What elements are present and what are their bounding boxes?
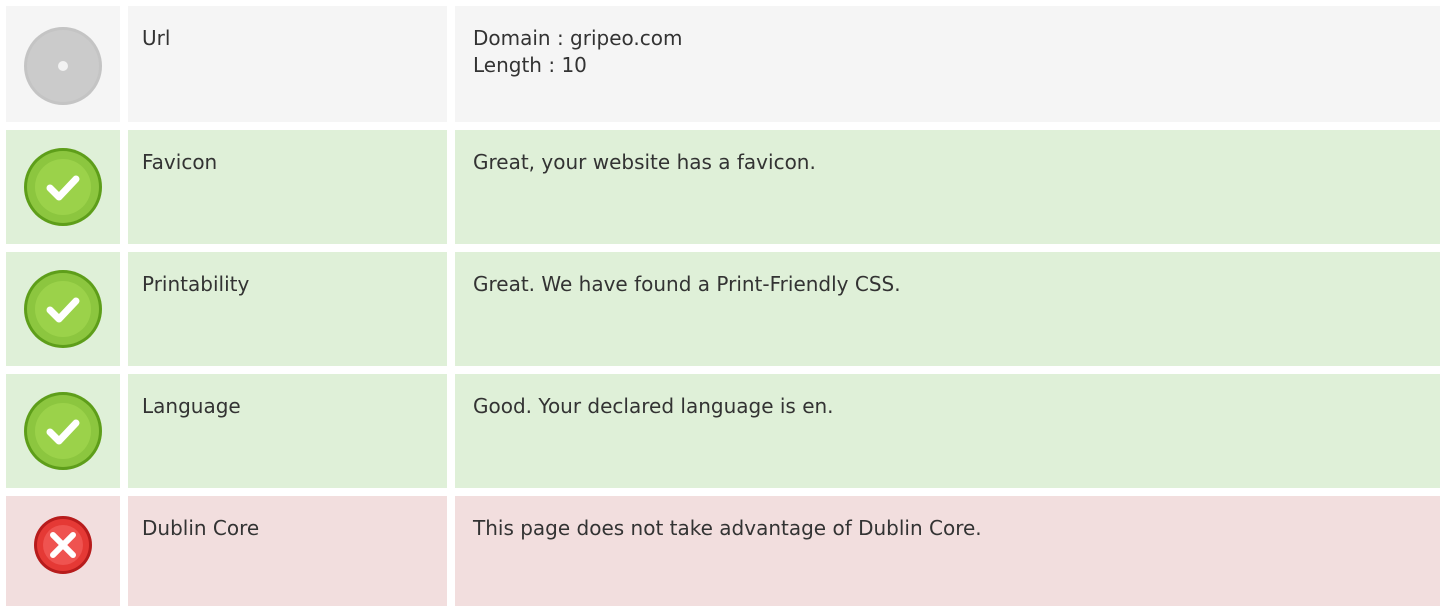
result-row-url: Url Domain : gripeo.com Length : 10 [6, 6, 1440, 122]
row-value: Domain : gripeo.com Length : 10 [455, 6, 1440, 122]
seo-results-table: Url Domain : gripeo.com Length : 10 Favi… [0, 0, 1446, 607]
row-value: Good. Your declared language is en. [455, 374, 1440, 488]
result-row-dublin-core: Dublin Core This page does not take adva… [6, 496, 1440, 606]
row-label: Dublin Core [128, 496, 447, 606]
result-row-printability: Printability Great. We have found a Prin… [6, 252, 1440, 366]
row-label: Language [128, 374, 447, 488]
result-message: Great. We have found a Print-Friendly CS… [473, 272, 901, 296]
icon-cell [6, 374, 120, 488]
result-row-language: Language Good. Your declared language is… [6, 374, 1440, 488]
check-icon [23, 147, 103, 227]
neutral-dot-icon [23, 26, 103, 106]
length-line: Length : 10 [473, 53, 587, 77]
check-icon [23, 391, 103, 471]
result-message: This page does not take advantage of Dub… [473, 516, 982, 540]
row-value: This page does not take advantage of Dub… [455, 496, 1440, 606]
result-message: Good. Your declared language is en. [473, 394, 834, 418]
icon-cell [6, 6, 120, 122]
row-label: Favicon [128, 130, 447, 244]
icon-cell [6, 496, 120, 606]
check-icon [23, 269, 103, 349]
row-label: Printability [128, 252, 447, 366]
icon-cell [6, 252, 120, 366]
cross-icon [33, 515, 93, 575]
icon-cell [6, 130, 120, 244]
result-message: Great, your website has a favicon. [473, 150, 816, 174]
result-row-favicon: Favicon Great, your website has a favico… [6, 130, 1440, 244]
row-value: Great. We have found a Print-Friendly CS… [455, 252, 1440, 366]
domain-line: Domain : gripeo.com [473, 26, 683, 50]
row-value: Great, your website has a favicon. [455, 130, 1440, 244]
row-label: Url [128, 6, 447, 122]
